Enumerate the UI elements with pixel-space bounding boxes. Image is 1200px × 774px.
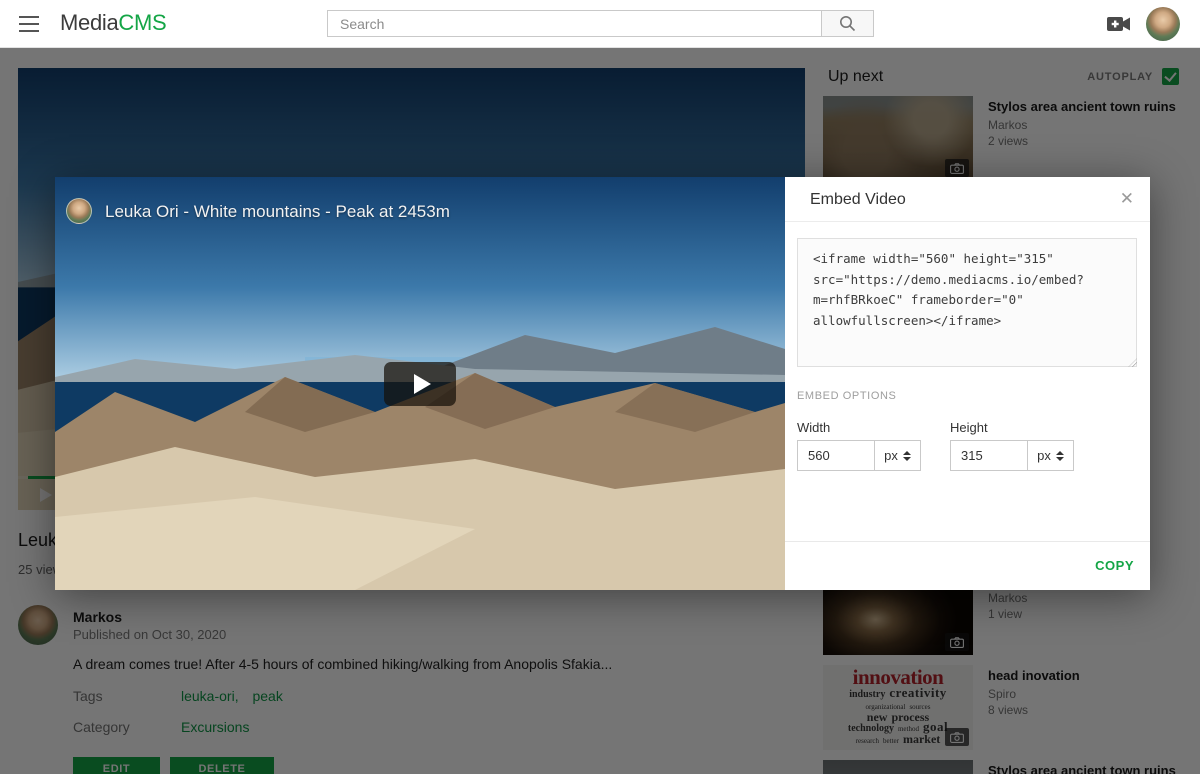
logo-text-media: Media <box>60 10 118 35</box>
resize-handle-icon[interactable] <box>1128 358 1137 367</box>
search-icon <box>839 15 856 32</box>
user-avatar[interactable] <box>1146 7 1180 41</box>
embed-video-popup: Leuka Ori - White mountains - Peak at 24… <box>55 177 1150 590</box>
channel-avatar[interactable] <box>66 198 92 224</box>
embed-options-label: EMBED OPTIONS <box>797 390 896 402</box>
width-unit-select[interactable]: px <box>874 440 921 471</box>
search-bar <box>327 10 874 37</box>
embed-video-modal: Embed Video ✕ <iframe width="560" height… <box>785 177 1150 590</box>
width-control: px <box>797 440 921 471</box>
unit-label: px <box>884 448 898 463</box>
height-control: px <box>950 440 1074 471</box>
video-preview[interactable]: Leuka Ori - White mountains - Peak at 24… <box>55 177 785 590</box>
height-unit-select[interactable]: px <box>1027 440 1074 471</box>
preview-video-title[interactable]: Leuka Ori - White mountains - Peak at 24… <box>105 202 450 222</box>
menu-icon[interactable] <box>19 16 39 32</box>
close-icon[interactable]: ✕ <box>1120 189 1134 209</box>
unit-label: px <box>1037 448 1051 463</box>
search-button[interactable] <box>821 11 873 36</box>
modal-title: Embed Video <box>810 191 906 209</box>
modal-header: Embed Video ✕ <box>785 177 1150 222</box>
spinner-arrows-icon <box>903 451 911 461</box>
height-label: Height <box>950 420 988 435</box>
search-input[interactable] <box>328 11 821 36</box>
modal-footer: COPY <box>785 541 1150 590</box>
width-input[interactable] <box>797 440 875 471</box>
width-label: Width <box>797 420 830 435</box>
height-input[interactable] <box>950 440 1028 471</box>
mediacms-page: Leuka Ori - White mountains - Peak at 24… <box>0 0 1200 774</box>
embed-code-textarea[interactable]: <iframe width="560" height="315" src="ht… <box>797 238 1137 367</box>
top-header: MediaCMS <box>0 0 1200 48</box>
spinner-arrows-icon <box>1056 451 1064 461</box>
play-button[interactable] <box>384 362 456 406</box>
logo-text-cms: CMS <box>118 10 166 35</box>
upload-video-icon[interactable] <box>1107 16 1131 32</box>
mediacms-logo[interactable]: MediaCMS <box>60 10 166 36</box>
copy-button[interactable]: COPY <box>1095 558 1134 573</box>
